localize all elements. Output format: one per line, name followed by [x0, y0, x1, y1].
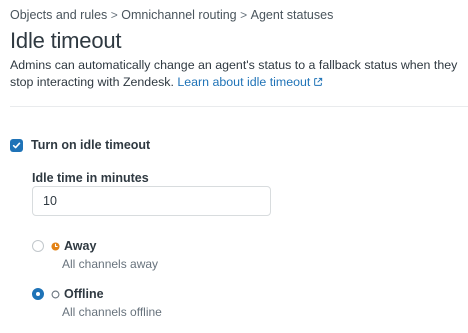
- breadcrumb-objects-and-rules[interactable]: Objects and rules: [10, 8, 107, 22]
- away-clock-icon: [51, 241, 60, 251]
- external-link-icon: [314, 77, 323, 86]
- breadcrumb-agent-statuses[interactable]: Agent statuses: [251, 8, 334, 22]
- away-label: Away: [64, 239, 97, 253]
- idle-timeout-toggle[interactable]: Turn on idle timeout: [10, 137, 150, 153]
- status-option-away[interactable]: Away: [32, 238, 96, 254]
- idle-time-input[interactable]: [32, 186, 271, 216]
- offline-radio[interactable]: [32, 288, 44, 300]
- offline-label: Offline: [64, 287, 104, 301]
- learn-more-link[interactable]: Learn about idle timeout: [177, 75, 323, 89]
- idle-time-label: Idle time in minutes: [32, 171, 149, 185]
- offline-hint: All channels offline: [62, 305, 162, 319]
- page-description: Admins can automatically change an agent…: [10, 57, 466, 90]
- idle-timeout-label: Turn on idle timeout: [31, 138, 151, 152]
- status-option-offline[interactable]: Offline: [32, 286, 104, 302]
- breadcrumb-separator: >: [240, 8, 248, 22]
- breadcrumb-omnichannel-routing[interactable]: Omnichannel routing: [121, 8, 236, 22]
- offline-circle-icon: [51, 290, 60, 298]
- away-hint: All channels away: [62, 257, 159, 271]
- checkmark-icon: [12, 142, 21, 148]
- away-radio[interactable]: [32, 240, 44, 252]
- idle-timeout-checkbox[interactable]: [10, 138, 23, 152]
- learn-more-label: Learn about idle timeout: [177, 74, 311, 89]
- page-title: Idle timeout: [10, 28, 122, 53]
- section-divider: [10, 106, 468, 107]
- breadcrumb-separator: >: [110, 8, 118, 22]
- breadcrumb: Objects and rules > Omnichannel routing …: [10, 7, 333, 23]
